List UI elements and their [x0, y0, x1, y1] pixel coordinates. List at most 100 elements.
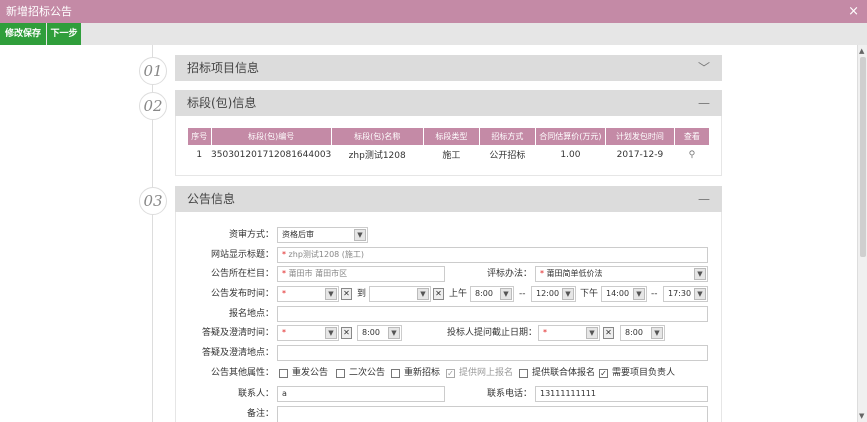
checkbox-box[interactable] — [519, 368, 528, 378]
am-end-select[interactable]: 12:00 ▼ — [531, 286, 576, 302]
signup-place-input[interactable] — [277, 306, 708, 322]
deadline-time-select[interactable]: 8:00 ▼ — [620, 325, 665, 341]
scroll-up-icon[interactable]: ▲ — [859, 47, 864, 55]
eval-method-value: 莆田简单低价法 — [546, 269, 603, 278]
pm-label: 下午 — [580, 289, 599, 299]
publish-end-date[interactable]: ▼ — [369, 286, 431, 302]
site-title-input[interactable]: * zhp测试1208 (施工) — [277, 247, 708, 263]
clear-icon[interactable]: ✕ — [341, 288, 352, 300]
checkbox-label: 二次公告 — [349, 368, 386, 378]
checkbox-resend[interactable]: 重发公告 — [279, 367, 328, 379]
section-title-project: 招标项目信息 — [187, 61, 260, 75]
scroll-down-icon[interactable]: ▼ — [859, 412, 864, 420]
to-label: 到 — [357, 289, 367, 299]
dash-label: -- — [519, 289, 526, 299]
contact-value: a — [282, 389, 287, 398]
phone-input[interactable]: 13111111111 — [535, 386, 708, 402]
clear-icon[interactable]: ✕ — [433, 288, 444, 300]
clear-icon[interactable]: ✕ — [341, 327, 352, 339]
next-button[interactable]: 下一步 — [47, 23, 81, 45]
checkbox-box[interactable] — [336, 368, 345, 378]
phone-label: 联系电话： — [486, 389, 532, 399]
save-button[interactable]: 修改保存 — [0, 23, 46, 45]
other-attrs-label: 公告其他属性： — [210, 368, 274, 378]
table-cell: 1.00 — [560, 149, 581, 160]
collapse-icon[interactable]: — — [698, 90, 710, 116]
deadline-date-select[interactable]: * ▼ — [538, 325, 600, 341]
clear-icon[interactable]: ✕ — [603, 327, 614, 339]
site-title-label: 网站显示标题： — [210, 250, 274, 260]
eval-method-label: 评标办法： — [486, 269, 532, 279]
section-header-lots[interactable]: 标段(包)信息 — — [175, 90, 722, 116]
collapse-icon[interactable]: — — [698, 186, 710, 212]
col-header: 合同估算价(万元) — [534, 127, 607, 146]
pm-end-value: 17:30 — [668, 289, 692, 298]
section-title-lots: 标段(包)信息 — [187, 96, 257, 110]
am-label: 上午 — [449, 289, 468, 299]
expand-icon[interactable]: ﹀ — [698, 55, 710, 81]
pm-start-select[interactable]: 14:00 ▼ — [601, 286, 647, 302]
chevron-down-icon: ▼ — [694, 268, 706, 280]
pm-end-select[interactable]: 17:30 ▼ — [663, 286, 708, 302]
clarify-place-input[interactable] — [277, 345, 708, 361]
signup-place-label: 报名地点： — [228, 309, 274, 319]
checkbox-project-lead[interactable]: ✓ 需要项目负责人 — [599, 367, 675, 379]
chevron-down-icon: ▼ — [562, 288, 574, 300]
column-input[interactable]: * 莆田市 莆田市区 — [277, 266, 445, 282]
checkbox-second[interactable]: 二次公告 — [336, 367, 385, 379]
eval-method-select[interactable]: * 莆田简单低价法 ▼ — [535, 266, 708, 282]
checkbox-label: 重新招标 — [404, 368, 441, 378]
clarify-date-select[interactable]: * ▼ — [277, 325, 339, 341]
contact-label: 联系人： — [237, 389, 274, 399]
close-icon[interactable]: × — [848, 0, 859, 23]
lots-table: 序号 标段(包)编号 标段(包)名称 标段类型 招标方式 合同估算价(万元) 计… — [187, 127, 711, 164]
section-header-notice[interactable]: 公告信息 — — [175, 186, 722, 212]
publish-start-date[interactable]: * ▼ — [277, 286, 339, 302]
col-header: 计划发包时间 — [605, 127, 675, 146]
phone-value: 13111111111 — [540, 389, 596, 398]
section-title-notice: 公告信息 — [187, 192, 236, 206]
required-icon: * — [543, 328, 547, 337]
step-number-2: 02 — [139, 92, 167, 120]
clarify-place-label: 答疑及澄清地点： — [201, 348, 274, 358]
review-mode-select[interactable]: 资格后审 ▼ — [277, 227, 368, 243]
deadline-time-value: 8:00 — [625, 328, 643, 337]
table-cell: 1 — [196, 149, 203, 160]
col-header: 序号 — [187, 127, 212, 146]
column-value: 莆田市 莆田市区 — [288, 269, 348, 278]
checkbox-box[interactable] — [391, 368, 400, 378]
table-cell: zhp测试1208 — [348, 151, 406, 162]
am-start-select[interactable]: 8:00 ▼ — [470, 286, 514, 302]
contact-input[interactable]: a — [277, 386, 445, 402]
chevron-down-icon: ▼ — [500, 288, 512, 300]
checkbox-box[interactable] — [279, 368, 288, 378]
required-icon: * — [282, 250, 286, 259]
checkbox-label: 提供联合体报名 — [532, 368, 596, 378]
remark-input[interactable] — [277, 406, 708, 422]
check-icon[interactable]: ✓ — [599, 368, 608, 378]
step-number-3: 03 — [139, 187, 167, 215]
required-icon: * — [282, 269, 286, 278]
table-cell: 2017-12-9 — [616, 149, 664, 160]
dash-label: -- — [651, 289, 658, 299]
section-header-project[interactable]: 招标项目信息 ﹀ — [175, 55, 722, 81]
view-cell: ⚲ — [674, 146, 709, 164]
table-cell: 350301201712081644003 — [211, 149, 332, 160]
checkbox-retender[interactable]: 重新招标 — [391, 367, 440, 379]
table-row: 1 350301201712081644003 zhp测试1208 施工 公开招… — [188, 146, 710, 164]
vertical-scrollbar[interactable]: ▲ ▼ — [857, 45, 867, 422]
required-icon: * — [282, 328, 286, 337]
checkbox-consortium[interactable]: 提供联合体报名 — [519, 367, 595, 379]
am-end-value: 12:00 — [536, 289, 560, 298]
search-icon[interactable]: ⚲ — [689, 150, 696, 160]
scroll-thumb[interactable] — [860, 57, 866, 257]
col-header: 招标方式 — [479, 127, 536, 146]
col-header: 标段(包)编号 — [210, 127, 332, 146]
site-title-value: zhp测试1208 (施工) — [288, 250, 365, 259]
required-icon: * — [282, 289, 286, 298]
clarify-time-select[interactable]: 8:00 ▼ — [357, 325, 402, 341]
chevron-down-icon: ▼ — [651, 327, 663, 339]
publish-time-label: 公告发布时间： — [210, 289, 274, 299]
chevron-down-icon: ▼ — [354, 229, 366, 241]
chevron-down-icon: ▼ — [586, 327, 598, 339]
